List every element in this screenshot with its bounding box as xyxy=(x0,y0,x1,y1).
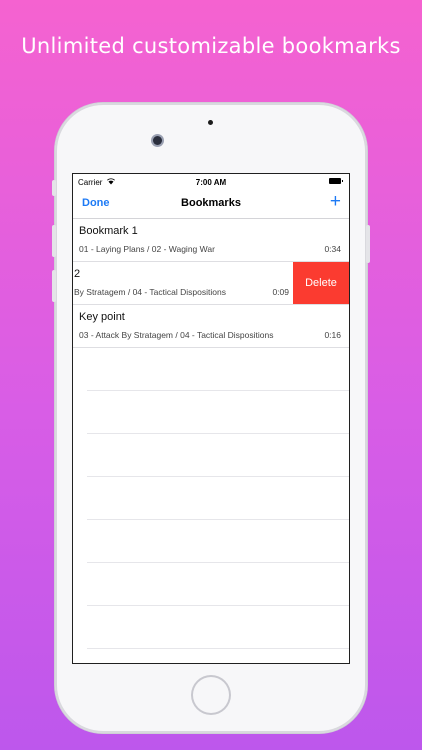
phone-screen: Carrier 7:00 AM Done Bookmarks + Bookmar… xyxy=(73,174,349,663)
empty-row xyxy=(87,520,349,563)
bookmark-duration: 0:09 xyxy=(272,287,289,297)
bookmark-subtitle: 03 - Attack By Stratagem / 04 - Tactical… xyxy=(79,330,274,340)
status-bar: Carrier 7:00 AM xyxy=(73,174,349,190)
navigation-bar: Done Bookmarks + xyxy=(73,190,349,219)
mute-switch xyxy=(52,180,56,196)
volume-down-button xyxy=(52,270,56,302)
bookmark-duration: 0:16 xyxy=(324,330,341,340)
bookmark-row[interactable]: Key point 03 - Attack By Stratagem / 04 … xyxy=(73,305,349,348)
front-camera xyxy=(153,136,162,145)
bookmark-title: Key point xyxy=(79,311,125,323)
battery-icon xyxy=(329,178,343,184)
volume-up-button xyxy=(52,225,56,257)
delete-button[interactable]: Delete xyxy=(293,262,349,304)
power-button xyxy=(366,225,370,263)
add-bookmark-button[interactable]: + xyxy=(330,192,341,211)
empty-row xyxy=(87,348,349,391)
empty-row xyxy=(87,606,349,649)
proximity-sensor xyxy=(208,120,213,125)
empty-row xyxy=(87,391,349,434)
status-time: 7:00 AM xyxy=(195,178,227,187)
empty-row xyxy=(87,477,349,520)
bookmark-title: Bookmark 1 xyxy=(79,225,138,237)
bookmark-row[interactable]: Bookmark 1 01 - Laying Plans / 02 - Wagi… xyxy=(73,219,349,262)
bookmark-row-swiped[interactable]: 2 By Stratagem / 04 - Tactical Dispositi… xyxy=(73,262,349,305)
bookmark-list: Bookmark 1 01 - Laying Plans / 02 - Wagi… xyxy=(73,219,349,649)
headline: Unlimited customizable bookmarks xyxy=(21,34,401,58)
bookmark-subtitle: By Stratagem / 04 - Tactical Disposition… xyxy=(74,287,226,297)
bookmark-subtitle: 01 - Laying Plans / 02 - Waging War xyxy=(79,244,215,254)
page-title: Bookmarks xyxy=(181,197,241,209)
bookmark-row-content: 2 By Stratagem / 04 - Tactical Dispositi… xyxy=(73,262,293,304)
empty-row xyxy=(87,434,349,477)
empty-row xyxy=(87,563,349,606)
bookmark-duration: 0:34 xyxy=(324,244,341,254)
home-button[interactable] xyxy=(191,675,231,715)
bookmark-title: 2 xyxy=(74,268,81,280)
